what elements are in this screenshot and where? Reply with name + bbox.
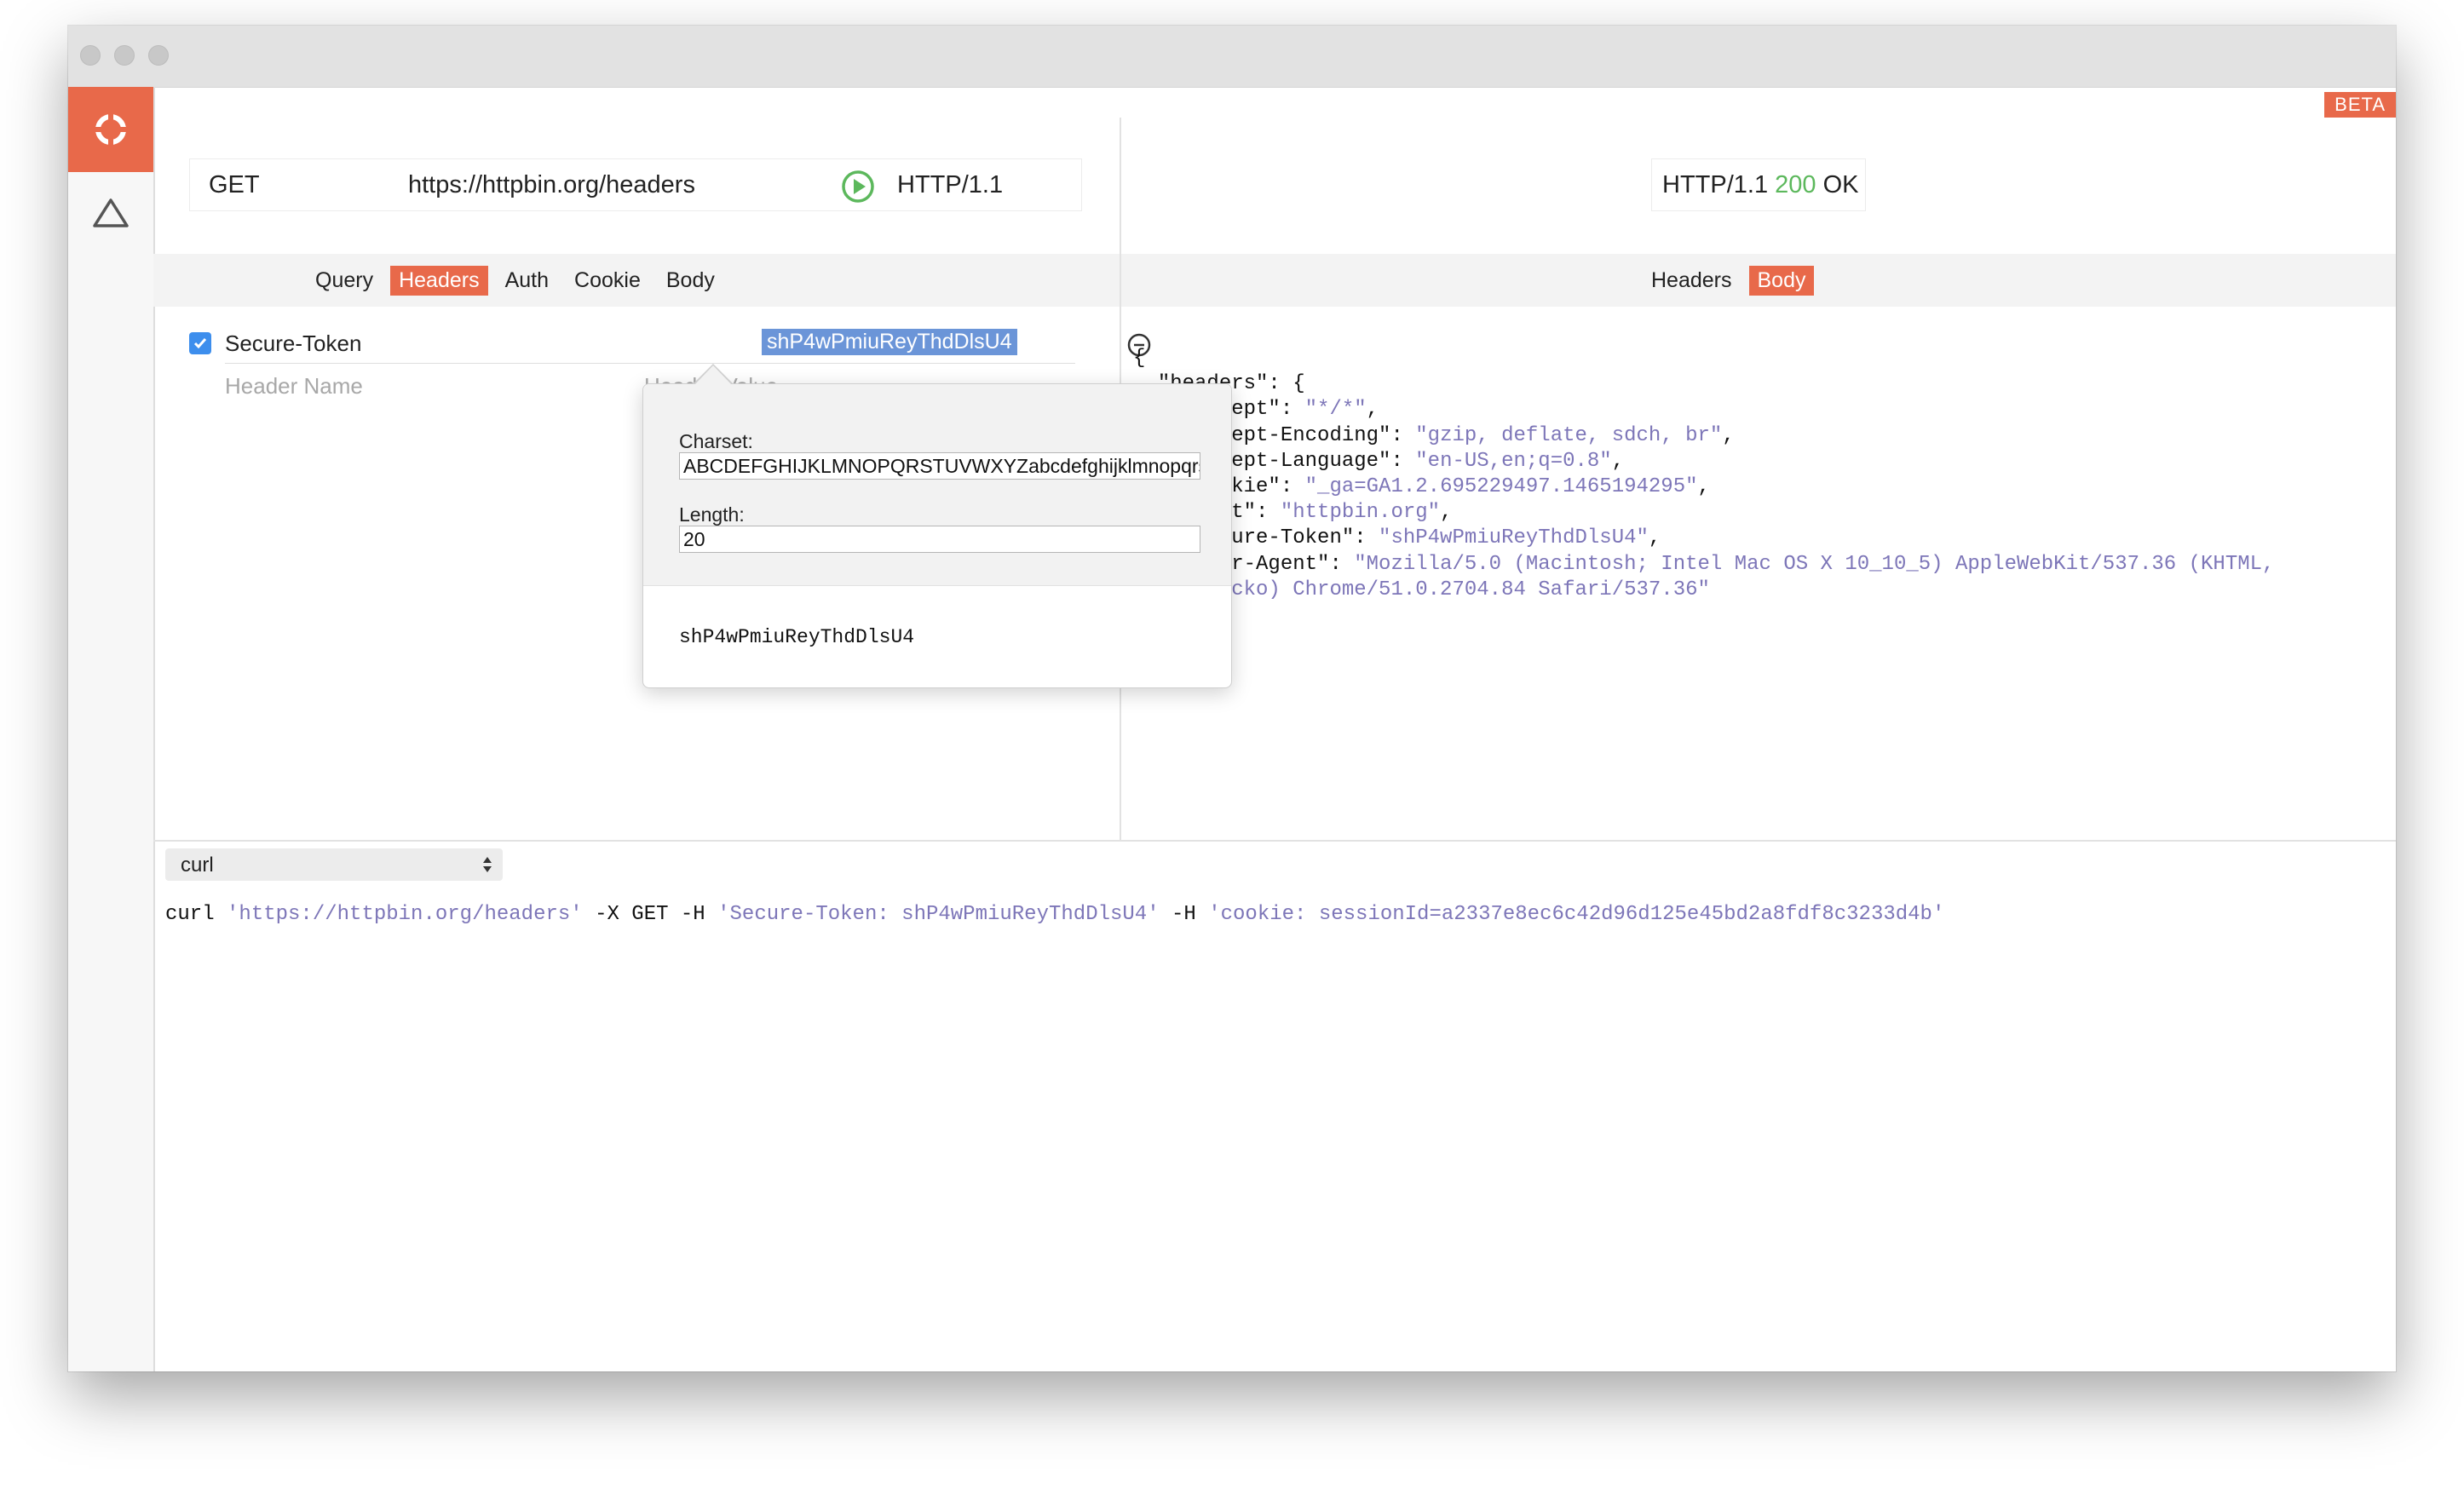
- tab-auth[interactable]: Auth: [497, 266, 557, 296]
- code-language-select[interactable]: curl: [165, 848, 503, 881]
- play-circle-icon[interactable]: [841, 170, 875, 204]
- bottom-pane-divider[interactable]: [153, 840, 2396, 842]
- updown-arrows-icon: [483, 857, 492, 872]
- triangle-icon[interactable]: [92, 198, 130, 228]
- tab-cookie[interactable]: Cookie: [566, 266, 649, 296]
- code-token: curl: [165, 903, 227, 926]
- checkmark-icon: [193, 338, 207, 349]
- json-tail: ,: [1611, 449, 1625, 473]
- length-label: Length:: [679, 503, 745, 526]
- tab-body[interactable]: Body: [658, 266, 723, 296]
- popover-arrow-fill: [694, 365, 732, 385]
- charset-label: Charset:: [679, 430, 753, 452]
- json-value: "_ga=GA1.2.695229497.1465194295": [1304, 475, 1698, 499]
- charset-input[interactable]: ABCDEFGHIJKLMNOPQRSTUVWXYZabcdefghijklmn…: [679, 452, 1200, 480]
- code-string: 'Secure-Token: shP4wPmiuReyThdDlsU4': [717, 903, 1160, 926]
- json-value: "shP4wPmiuReyThdDlsU4": [1379, 526, 1649, 550]
- json-tail: ,: [1697, 475, 1710, 499]
- json-open-brace: {: [1133, 347, 1146, 370]
- url-input[interactable]: https://httpbin.org/headers: [408, 171, 695, 199]
- header-row: Secure-Token shP4wPmiuReyThdDlsU4: [189, 322, 1152, 365]
- json-value: "Mozilla/5.0 (Macintosh; Intel Mac OS X …: [1354, 552, 2275, 576]
- header-value-input[interactable]: shP4wPmiuReyThdDlsU4: [762, 329, 1017, 355]
- zoom-window-button[interactable]: [148, 45, 169, 66]
- status-text: OK: [1822, 171, 1859, 198]
- json-value: "en-US,en;q=0.8": [1415, 449, 1612, 473]
- popover-settings: [643, 384, 1231, 586]
- beta-badge: BETA: [2324, 92, 2396, 118]
- generated-value: shP4wPmiuReyThdDlsU4: [679, 626, 915, 648]
- length-input[interactable]: 20: [679, 526, 1200, 553]
- json-tail: ,: [1440, 501, 1453, 525]
- response-tab-strip: Headers Body: [1121, 254, 2396, 307]
- response-body: { "headers": { "Accept": "*/*", "Accept-…: [1133, 346, 2394, 823]
- json-value: "*/*": [1304, 398, 1367, 422]
- close-window-button[interactable]: [80, 45, 101, 66]
- json-tail: ,: [1366, 398, 1379, 422]
- tab-headers[interactable]: Headers: [390, 266, 488, 296]
- protocol-select[interactable]: HTTP/1.1: [897, 171, 1003, 199]
- tab-response-body[interactable]: Body: [1748, 266, 1815, 296]
- sidebar: [68, 87, 155, 1371]
- paw-logo-icon[interactable]: [68, 87, 153, 172]
- json-value: "httpbin.org": [1280, 501, 1441, 525]
- tab-response-headers[interactable]: Headers: [1643, 266, 1741, 296]
- code-string: 'https://httpbin.org/headers': [227, 903, 583, 926]
- request-bar: GET https://httpbin.org/headers HTTP/1.1: [189, 158, 1082, 211]
- code-token: -X GET -H: [582, 903, 718, 926]
- status-code: 200: [1775, 171, 1816, 198]
- header-name-placeholder[interactable]: Header Name: [225, 373, 363, 400]
- code-token: -H: [1159, 903, 1209, 926]
- tab-query[interactable]: Query: [307, 266, 382, 296]
- json-tail: ,: [1648, 526, 1661, 550]
- json-tail: ,: [1722, 423, 1735, 447]
- response-protocol: HTTP/1.1: [1662, 171, 1769, 198]
- title-bar: [68, 26, 2396, 88]
- response-status: HTTP/1.1 200 OK: [1651, 158, 1866, 211]
- request-tab-strip: Query Headers Auth Cookie Body: [153, 254, 1120, 307]
- code-string: 'cookie: sessionId=a2337e8ec6c42d96d125e…: [1208, 903, 1945, 926]
- app-window: BETA GET https://httpbin.org/headers HTT…: [68, 26, 2396, 1371]
- minimize-window-button[interactable]: [114, 45, 135, 66]
- header-name-input[interactable]: Secure-Token: [225, 331, 361, 357]
- header-row-underline: [225, 363, 1075, 364]
- method-select[interactable]: GET: [209, 171, 260, 199]
- code-snippet: curl 'https://httpbin.org/headers' -X GE…: [165, 903, 1944, 926]
- random-string-popover: Charset: ABCDEFGHIJKLMNOPQRSTUVWXYZabcde…: [642, 364, 1232, 688]
- json-value: "gzip, deflate, sdch, br": [1415, 423, 1723, 447]
- code-language-value: curl: [181, 854, 214, 877]
- header-enabled-checkbox[interactable]: [189, 332, 211, 354]
